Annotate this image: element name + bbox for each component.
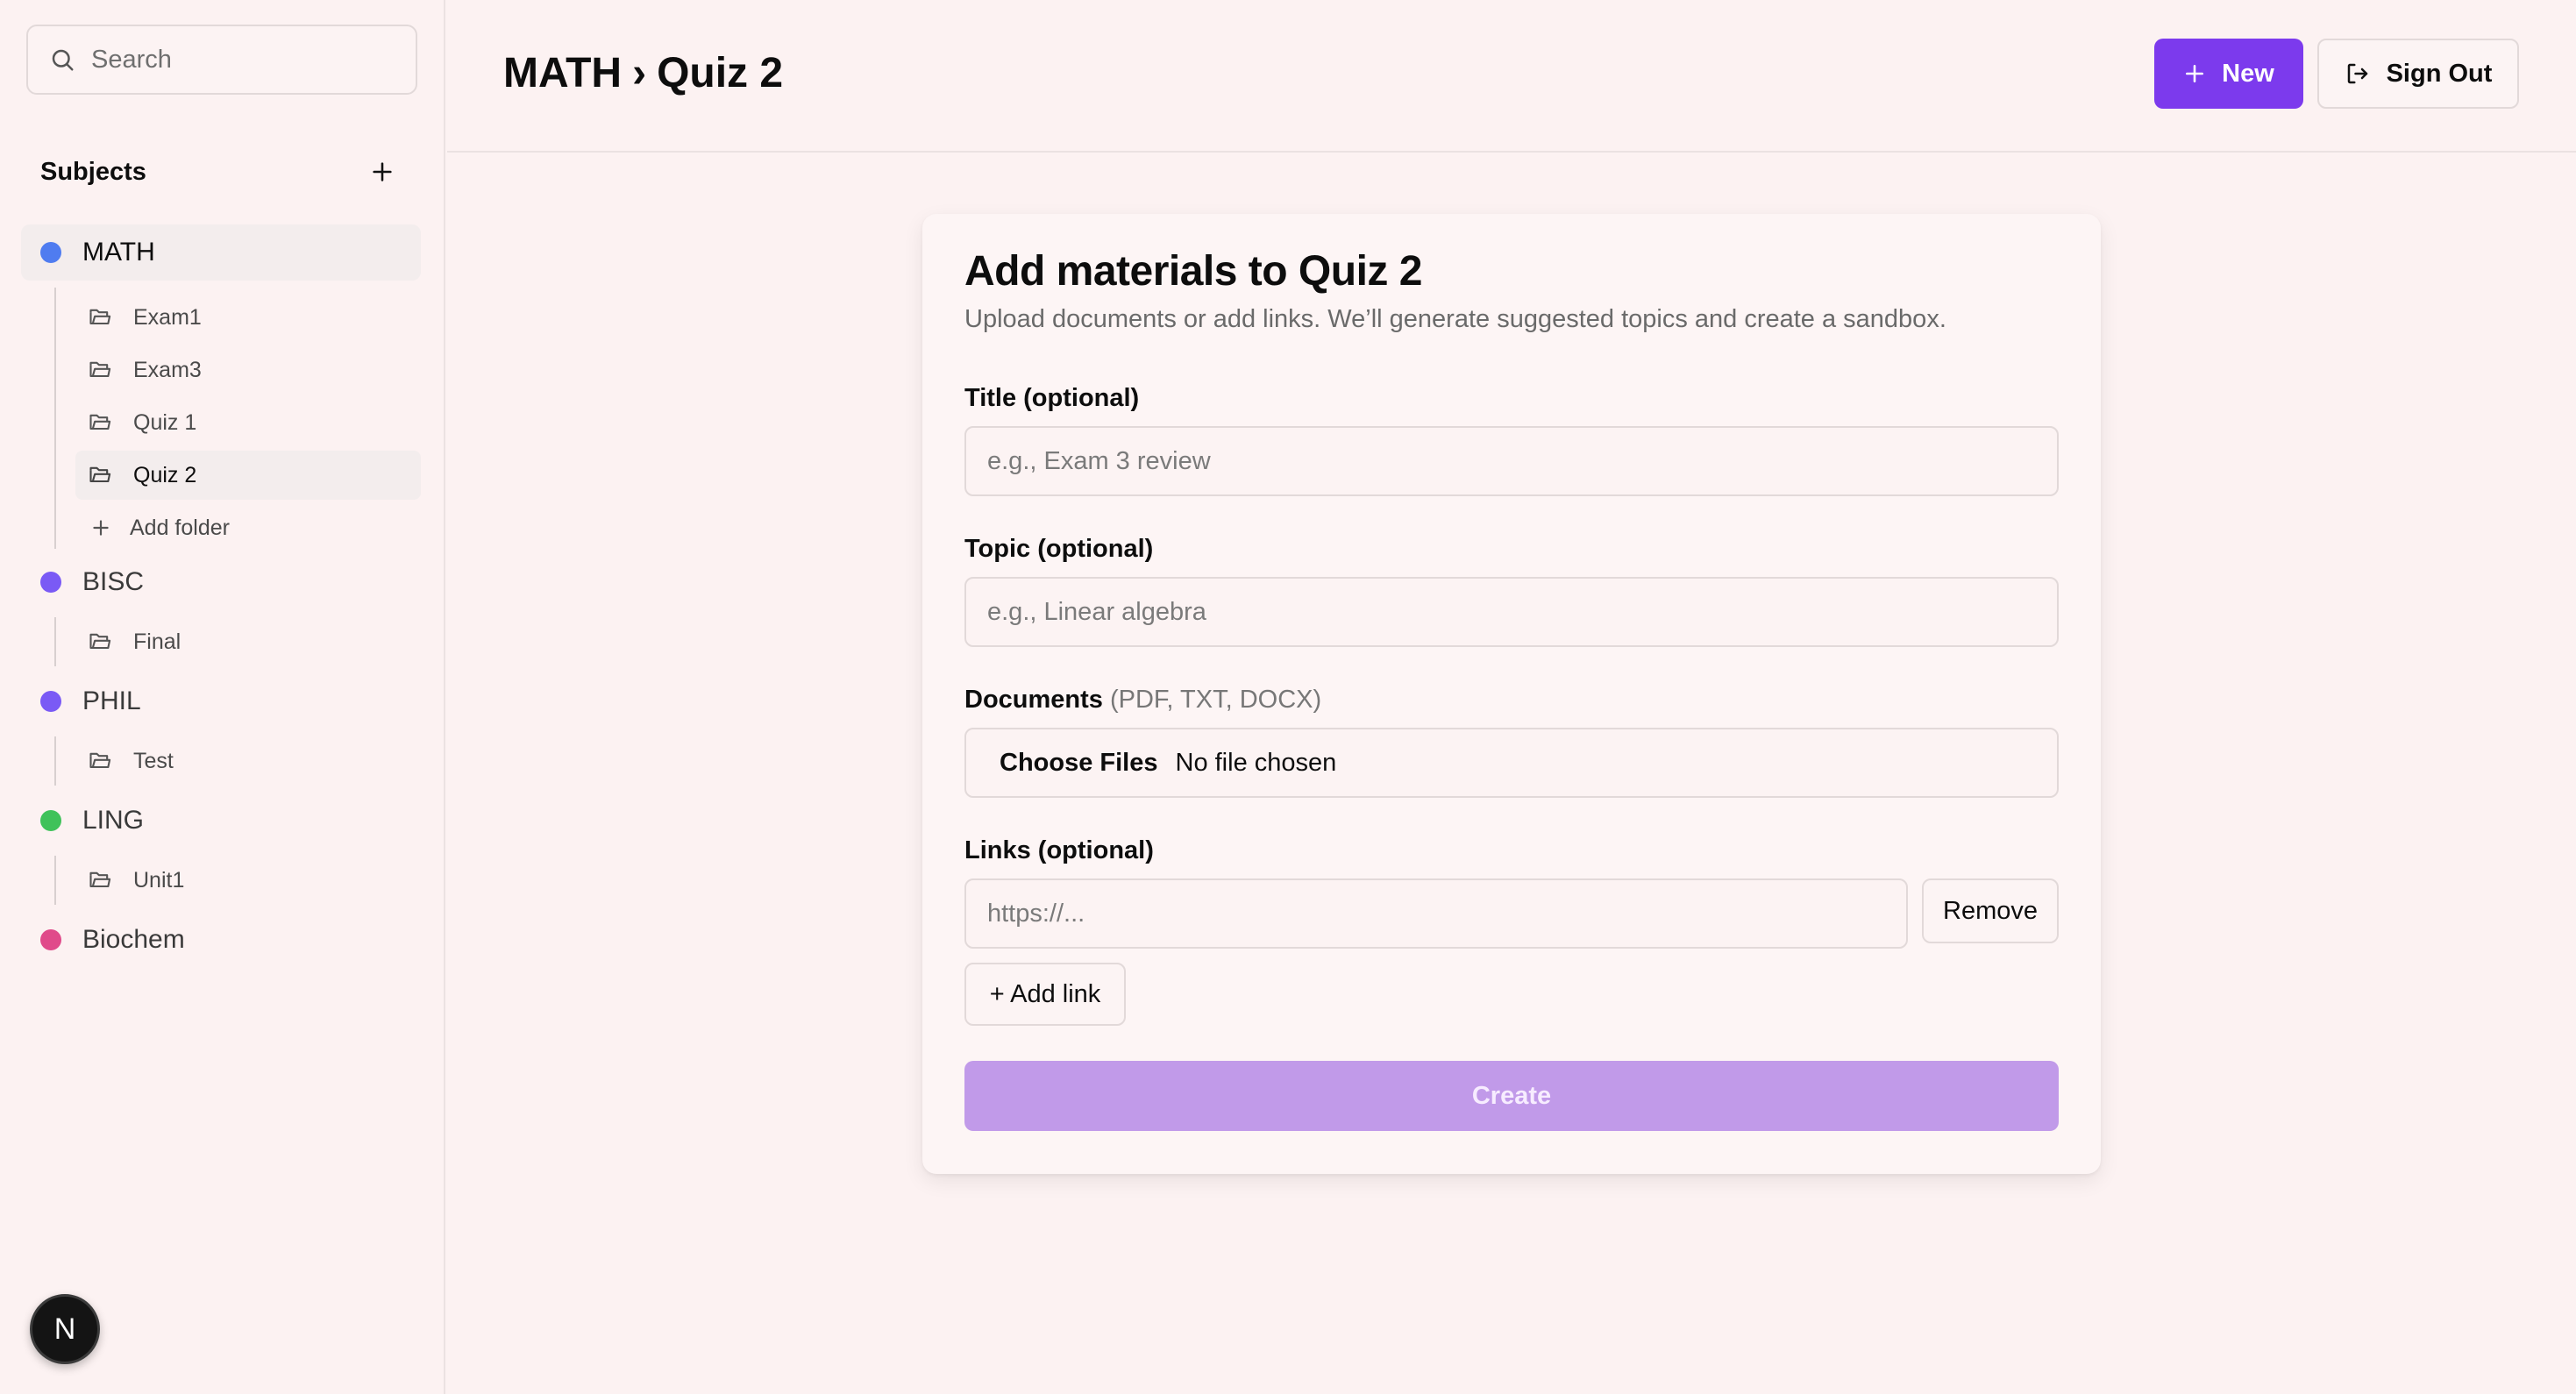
folder-item-test[interactable]: Test xyxy=(75,736,421,786)
subjects-title: Subjects xyxy=(40,157,146,186)
folder-label: Exam1 xyxy=(133,304,202,330)
folder-label: Quiz 1 xyxy=(133,409,197,435)
breadcrumb: MATH › Quiz 2 xyxy=(503,49,783,97)
folder-list-ling: Unit1 xyxy=(54,856,184,905)
card-title: Add materials to Quiz 2 xyxy=(964,248,1422,295)
documents-label: Documents (PDF, TXT, DOCX) xyxy=(964,686,1321,715)
folder-icon xyxy=(89,871,111,888)
subject-bisc[interactable]: BISC xyxy=(21,554,421,610)
plus-icon xyxy=(2186,65,2204,82)
folder-list-phil: Test xyxy=(54,736,174,786)
subject-color-dot xyxy=(40,242,61,263)
folder-label: Unit1 xyxy=(133,867,185,893)
subject-name: PHIL xyxy=(82,686,141,715)
create-button[interactable]: Create xyxy=(964,1061,2059,1131)
plus-icon xyxy=(373,162,392,181)
folder-item-exam1[interactable]: Exam1 xyxy=(75,293,421,342)
subject-name: MATH xyxy=(82,238,155,267)
documents-label-text: Documents xyxy=(964,686,1103,714)
app-window: Subjects MATH Exam1 Exam3 Quiz 1 xyxy=(0,0,2576,1394)
remove-link-button[interactable]: Remove xyxy=(1922,878,2059,943)
folder-icon xyxy=(89,309,111,325)
subject-name: BISC xyxy=(82,567,145,596)
folder-icon xyxy=(89,361,111,378)
card-subtitle: Upload documents or add links. We’ll gen… xyxy=(964,305,1946,333)
new-button[interactable]: New xyxy=(2154,39,2303,109)
subjects-header: Subjects xyxy=(40,154,400,189)
folder-icon xyxy=(89,466,111,483)
choose-files-button[interactable]: Choose Files xyxy=(1000,749,1158,778)
sign-out-label: Sign Out xyxy=(2386,59,2493,88)
title-label: Title (optional) xyxy=(964,384,1140,412)
subject-phil[interactable]: PHIL xyxy=(21,673,421,729)
user-avatar[interactable]: N xyxy=(30,1294,100,1364)
add-folder-label: Add folder xyxy=(130,515,230,540)
subject-name: LING xyxy=(82,806,145,835)
search-icon xyxy=(52,49,74,71)
log-out-icon xyxy=(2347,63,2367,84)
search-box[interactable] xyxy=(26,25,417,95)
topic-input[interactable] xyxy=(966,597,2057,627)
subject-ling[interactable]: LING xyxy=(21,793,421,849)
subject-color-dot xyxy=(40,929,61,950)
breadcrumb-separator: › xyxy=(632,50,647,96)
search-input[interactable] xyxy=(91,45,389,75)
folder-item-final[interactable]: Final xyxy=(75,617,421,666)
plus-icon xyxy=(93,520,109,536)
link-input[interactable] xyxy=(966,899,1906,928)
subject-biochem[interactable]: Biochem xyxy=(21,912,421,968)
folder-label: Test xyxy=(133,748,174,773)
folder-list-math: Exam1 Exam3 Quiz 1 Quiz 2 Add folder xyxy=(54,288,421,549)
folder-label: Quiz 2 xyxy=(133,462,197,487)
subject-color-dot xyxy=(40,691,61,712)
avatar-initial: N xyxy=(53,1312,76,1346)
add-link-button[interactable]: + Add link xyxy=(964,963,1126,1026)
title-field[interactable] xyxy=(964,426,2059,496)
topic-label: Topic (optional) xyxy=(964,535,1154,563)
file-status: No file chosen xyxy=(1175,748,1337,777)
folder-icon xyxy=(89,752,111,769)
breadcrumb-subject[interactable]: MATH xyxy=(503,49,622,97)
subject-color-dot xyxy=(40,572,61,593)
add-materials-card: Add materials to Quiz 2 Upload documents… xyxy=(922,214,2101,1174)
add-subject-button[interactable] xyxy=(365,154,400,189)
link-field[interactable] xyxy=(964,878,1908,949)
subject-color-dot xyxy=(40,810,61,831)
new-button-label: New xyxy=(2222,59,2274,88)
subject-name: Biochem xyxy=(82,925,185,954)
breadcrumb-folder: Quiz 2 xyxy=(657,50,784,96)
folder-item-unit1[interactable]: Unit1 xyxy=(75,856,421,905)
folder-item-quiz-2[interactable]: Quiz 2 xyxy=(75,451,421,500)
topic-field[interactable] xyxy=(964,577,2059,647)
folder-list-bisc: Final xyxy=(54,617,181,666)
sign-out-button[interactable]: Sign Out xyxy=(2317,39,2519,109)
folder-label: Final xyxy=(133,629,181,654)
folder-item-exam3[interactable]: Exam3 xyxy=(75,345,421,395)
links-label: Links (optional) xyxy=(964,836,1154,864)
documents-formats: (PDF, TXT, DOCX) xyxy=(1109,686,1322,714)
folder-label: Exam3 xyxy=(133,357,202,382)
folder-item-quiz-1[interactable]: Quiz 1 xyxy=(75,398,421,447)
folder-icon xyxy=(89,633,111,650)
add-folder-button[interactable]: Add folder xyxy=(75,503,421,552)
documents-file-input[interactable]: Choose Files No file chosen xyxy=(964,728,2059,798)
title-input[interactable] xyxy=(966,446,2057,476)
folder-icon xyxy=(89,414,111,430)
subject-math[interactable]: MATH xyxy=(21,224,421,281)
sidebar: Subjects MATH Exam1 Exam3 Quiz 1 xyxy=(0,0,445,1394)
top-header: MATH › Quiz 2 New Sign Out xyxy=(447,0,2576,153)
